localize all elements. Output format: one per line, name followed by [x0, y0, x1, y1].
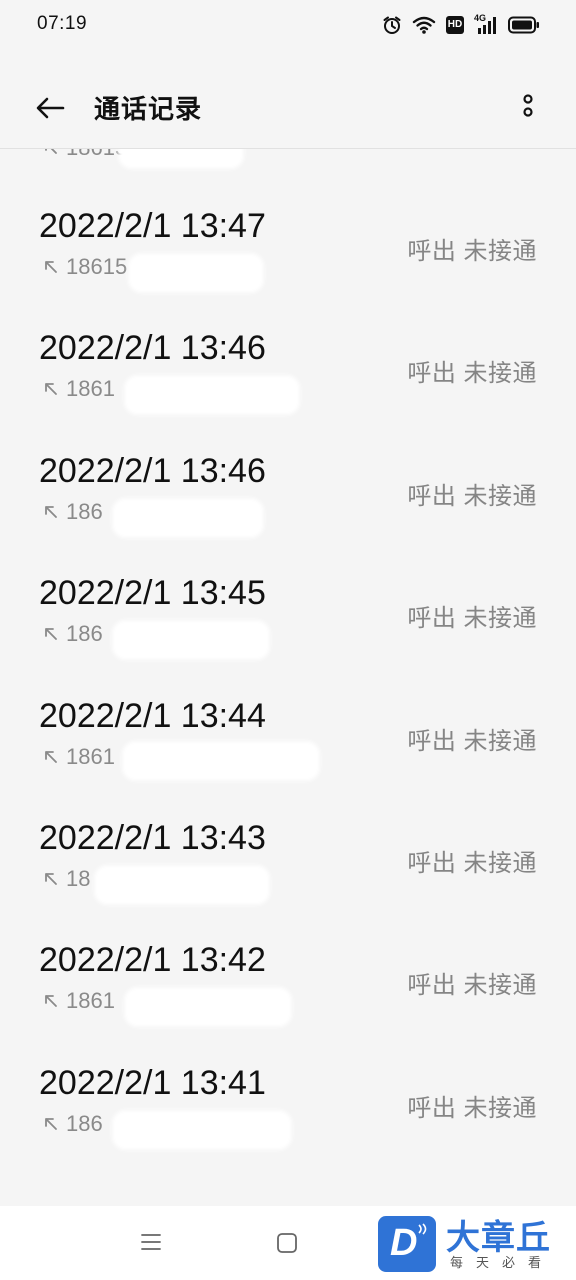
app-bar: 通话记录 — [0, 62, 576, 149]
page-title: 通话记录 — [94, 94, 203, 124]
menu-icon — [141, 1234, 161, 1250]
hd-label: HD — [447, 19, 463, 30]
call-time: 2022/2/1 13:45 — [39, 574, 266, 613]
call-row[interactable]: 2022/2/1 13:47 18615 呼出 未接通 — [0, 207, 576, 329]
call-status: 呼出 未接通 — [407, 605, 537, 633]
outgoing-arrow-icon — [45, 505, 57, 518]
call-status: 呼出 未接通 — [407, 849, 537, 877]
outgoing-arrow-icon — [45, 750, 57, 763]
home-square-icon — [277, 1233, 297, 1253]
call-number: 186 — [66, 621, 103, 647]
watermark-badge-letter: D — [390, 1222, 418, 1264]
call-row[interactable]: 2022/2/1 13:43 18 呼出 未接通 — [0, 819, 576, 941]
back-button[interactable] — [30, 88, 70, 128]
call-status: 呼出 未接通 — [407, 238, 537, 265]
call-status: 呼出 未接通 — [407, 727, 537, 755]
outgoing-arrow-icon — [45, 149, 57, 154]
redaction-mark — [94, 864, 270, 905]
partial-call-row[interactable]: 18615 — [44, 149, 127, 161]
call-number: 1861 — [66, 988, 115, 1014]
status-bar: 07:19 HD 4G — [0, 0, 576, 48]
call-row[interactable]: 2022/2/1 13:42 1861 呼出 未接通 — [0, 941, 576, 1063]
hd-icon: HD — [446, 16, 464, 34]
call-number: 1861 — [66, 376, 115, 402]
outgoing-arrow-icon — [45, 261, 57, 273]
outgoing-arrow-icon — [45, 995, 57, 1008]
call-list: 2022/2/1 13:47 18615 呼出 未接通 2022/2/1 13:… — [0, 207, 576, 1186]
call-number-row: 18615 — [44, 254, 127, 280]
call-number-row: 186 — [44, 499, 103, 525]
call-time: 2022/2/1 13:47 — [39, 207, 266, 245]
call-status: 呼出 未接通 — [407, 360, 537, 388]
call-number: 186 — [66, 1110, 103, 1136]
call-row[interactable]: 2022/2/1 13:41 186 呼出 未接通 — [0, 1064, 576, 1186]
more-button[interactable] — [516, 90, 540, 126]
signal-4g-icon: 4G — [474, 13, 498, 35]
call-number-row: 1861 — [44, 988, 115, 1014]
call-status: 呼出 未接通 — [407, 482, 537, 510]
redaction-mark — [118, 149, 244, 169]
redaction-mark — [124, 987, 292, 1028]
call-number-row: 186 — [44, 1111, 103, 1137]
watermark-slogan: 每天必看 — [450, 1255, 555, 1270]
call-number-row: 1861 — [44, 376, 115, 402]
call-time: 2022/2/1 13:43 — [39, 818, 266, 857]
call-row[interactable]: 2022/2/1 13:45 186 呼出 未接通 — [0, 574, 576, 696]
call-number: 1861 — [66, 743, 115, 769]
call-log-list[interactable]: 18615 2022/2/1 13:47 18615 呼出 未接通 2022/2… — [0, 149, 576, 1204]
call-time: 2022/2/1 13:42 — [39, 941, 266, 980]
outgoing-arrow-icon — [45, 383, 57, 396]
call-number: 18 — [66, 865, 91, 891]
outgoing-arrow-icon — [45, 873, 57, 885]
signal-waves-icon — [418, 1223, 427, 1235]
call-status: 呼出 未接通 — [407, 972, 537, 1000]
redaction-mark — [112, 497, 264, 538]
redaction-mark — [112, 1109, 292, 1150]
redaction-mark — [122, 740, 320, 781]
call-number-row: 186 — [44, 621, 103, 647]
battery-icon — [508, 16, 540, 34]
redaction-mark — [124, 375, 300, 416]
back-arrow-icon — [36, 97, 65, 119]
outgoing-arrow-icon — [45, 628, 57, 641]
call-number: 186 — [66, 498, 103, 524]
call-time: 2022/2/1 13:44 — [39, 696, 266, 735]
status-icons: HD 4G — [382, 13, 540, 36]
redaction-mark — [128, 253, 264, 293]
redaction-mark — [112, 620, 270, 661]
call-time: 2022/2/1 13:46 — [39, 329, 266, 368]
call-row[interactable]: 2022/2/1 13:44 1861 呼出 未接通 — [0, 697, 576, 819]
call-time: 2022/2/1 13:41 — [39, 1063, 266, 1102]
home-button[interactable] — [276, 1232, 298, 1259]
wifi-icon — [412, 15, 436, 35]
status-time: 07:19 — [37, 13, 88, 34]
call-number-row: 1861 — [44, 744, 115, 770]
call-number: 18615 — [66, 254, 128, 279]
alarm-icon — [382, 15, 402, 35]
call-row[interactable]: 2022/2/1 13:46 1861 呼出 未接通 — [0, 329, 576, 451]
recent-apps-button[interactable] — [139, 1230, 163, 1259]
more-vertical-icon — [523, 94, 533, 117]
call-row[interactable]: 2022/2/1 13:46 186 呼出 未接通 — [0, 452, 576, 574]
call-time: 2022/2/1 13:46 — [39, 451, 266, 490]
call-number-row: 18 — [44, 866, 90, 892]
watermark-badge: D — [378, 1216, 436, 1272]
call-status: 呼出 未接通 — [407, 1094, 537, 1122]
outgoing-arrow-icon — [45, 1117, 57, 1130]
watermark-logo: D 大章丘 每天必看 — [376, 1206, 576, 1280]
